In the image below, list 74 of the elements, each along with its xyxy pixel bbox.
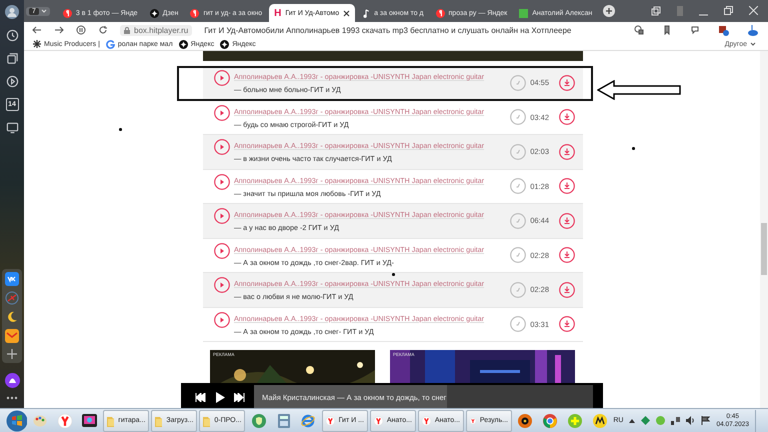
reader-icon[interactable] — [76, 25, 86, 35]
grid-icon — [33, 40, 41, 48]
more-icon[interactable] — [6, 396, 18, 400]
disc-icon — [518, 414, 532, 428]
yandex-icon — [62, 8, 72, 18]
dot — [119, 128, 122, 130]
start-button[interactable] — [6, 410, 27, 432]
clock-icon — [510, 109, 526, 126]
extension-icon[interactable] — [634, 24, 644, 34]
clock-icon — [510, 247, 526, 264]
shield-icon — [252, 414, 266, 428]
collections-icon[interactable] — [651, 6, 661, 16]
bookmark-icon[interactable] — [662, 24, 672, 34]
flag-icon[interactable] — [701, 416, 710, 425]
folder-icon — [203, 414, 210, 426]
yandex-icon — [190, 8, 200, 18]
vk-icon[interactable] — [5, 272, 19, 286]
volume-icon[interactable] — [686, 416, 696, 425]
calculator-icon — [278, 414, 290, 428]
folder-icon — [155, 414, 162, 426]
copy-icon[interactable] — [6, 52, 18, 65]
yandex-icon — [374, 414, 383, 428]
square-icon — [519, 8, 528, 18]
scrollbar-thumb[interactable] — [761, 223, 767, 275]
back-icon[interactable] — [32, 25, 42, 35]
dot — [392, 273, 394, 276]
network-icon[interactable] — [671, 416, 680, 425]
reload-icon[interactable] — [98, 25, 108, 35]
clock-icon — [510, 212, 526, 229]
clock-icon — [510, 282, 526, 298]
avatar-icon[interactable] — [5, 5, 19, 19]
chat-icon[interactable] — [690, 24, 700, 34]
previous-icon[interactable] — [195, 392, 206, 402]
yandex-icon — [326, 414, 335, 428]
clock-icon — [510, 144, 526, 160]
globe-e-icon — [301, 414, 316, 428]
mail-icon[interactable] — [5, 329, 19, 343]
plus-icon[interactable] — [6, 348, 18, 360]
chevron-icon — [750, 42, 756, 46]
clock-icon — [510, 74, 526, 91]
page-title: Гит И Уд-Автомобили Апполинарьев 1993 скачать mp3 бесплатно и слушать онлайн на Хотплеере — [204, 26, 572, 34]
next-icon[interactable] — [234, 392, 245, 402]
dot — [632, 147, 634, 150]
music-note-icon — [362, 8, 370, 18]
restore-icon[interactable] — [724, 6, 733, 15]
new-tab-icon[interactable] — [603, 5, 616, 17]
plus-icon — [568, 414, 582, 428]
star-circle-icon — [150, 8, 159, 18]
assistant-icon[interactable] — [4, 373, 20, 388]
site-logo-icon: H — [274, 8, 282, 18]
clock-icon — [510, 178, 526, 194]
scrollbar[interactable] — [760, 51, 768, 408]
market-icon — [592, 414, 607, 428]
palette-icon — [33, 414, 48, 428]
close-icon[interactable] — [343, 10, 350, 16]
yandex-icon — [436, 8, 445, 18]
tv-icon — [82, 414, 98, 427]
folder-icon — [107, 414, 114, 426]
clock-icon[interactable] — [6, 29, 18, 42]
tray-arrow-icon[interactable] — [629, 418, 636, 423]
chrome-icon — [543, 414, 558, 428]
moon-icon[interactable] — [5, 310, 19, 324]
forward-icon[interactable] — [54, 25, 64, 35]
yandex-icon — [58, 414, 72, 428]
extension-icon[interactable] — [718, 24, 729, 36]
play-icon[interactable] — [215, 392, 225, 402]
lock-icon — [124, 26, 130, 34]
play-circle-icon[interactable] — [6, 75, 18, 88]
screen-icon[interactable] — [6, 121, 18, 134]
url-field[interactable]: box.hitplayer.ru — [120, 24, 192, 36]
chevron-icon[interactable] — [40, 9, 47, 13]
google-icon — [106, 40, 115, 48]
yandex-icon — [422, 414, 431, 428]
clock-icon — [510, 316, 526, 332]
